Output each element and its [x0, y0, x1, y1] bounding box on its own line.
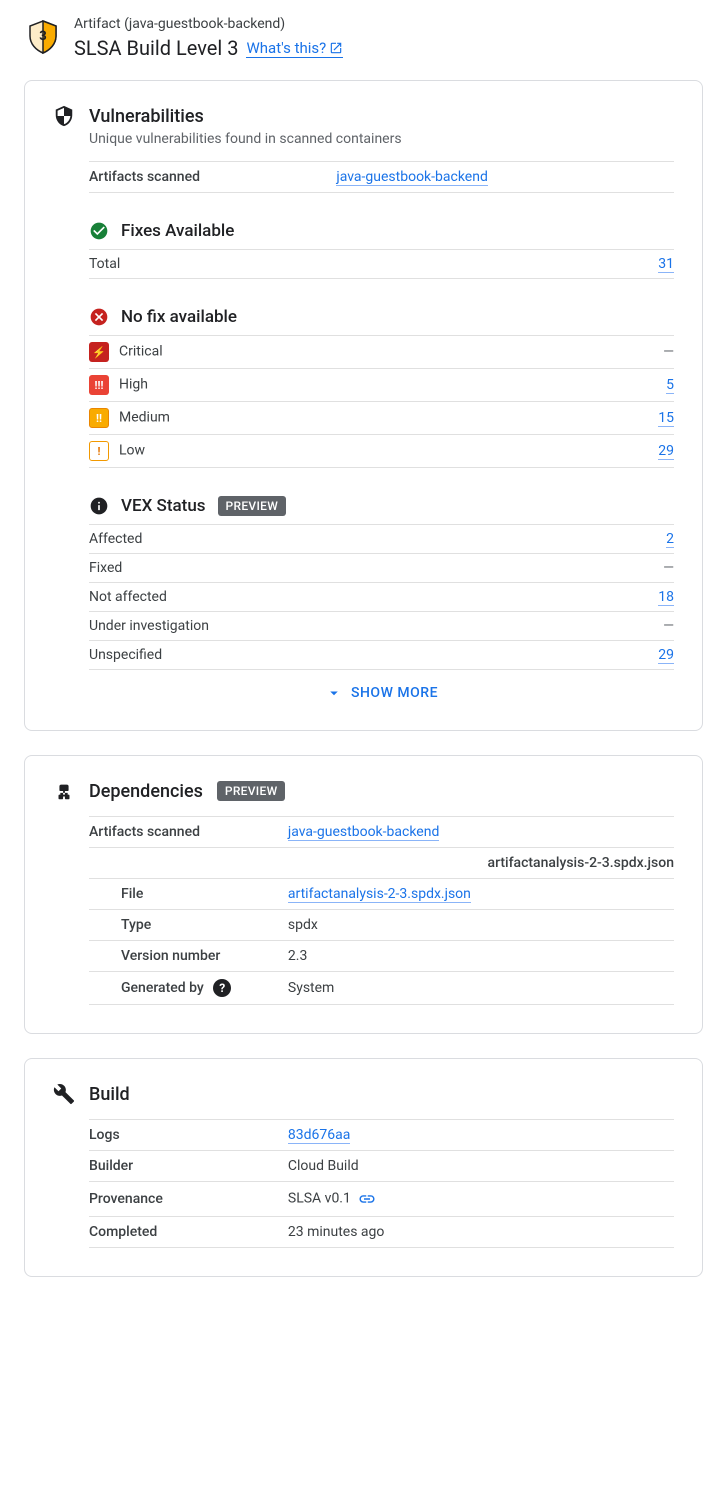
severity-low-icon: ! — [89, 441, 109, 461]
preview-badge: PREVIEW — [218, 496, 287, 516]
build-value: SLSA v0.1 — [288, 1191, 351, 1207]
wrench-icon — [53, 1083, 75, 1105]
build-row-label: Completed — [89, 1217, 288, 1248]
help-icon[interactable]: ? — [213, 979, 231, 997]
page-header: 3 Artifact (java-guestbook-backend) SLSA… — [24, 16, 703, 60]
slsa-title: SLSA Build Level 3 — [74, 36, 238, 60]
severity-count-link[interactable]: 29 — [658, 443, 674, 460]
vex-count-link[interactable]: 29 — [658, 647, 674, 664]
svg-text:3: 3 — [39, 29, 46, 44]
show-more-button[interactable]: SHOW MORE — [89, 684, 674, 702]
build-value: Cloud Build — [288, 1158, 359, 1174]
dash-value: — — [663, 560, 674, 576]
dash-value: — — [663, 344, 674, 360]
dependencies-card: Dependencies PREVIEW Artifacts scanned j… — [24, 755, 703, 1034]
total-value-link[interactable]: 31 — [658, 256, 674, 273]
vulnerabilities-card: Vulnerabilities Unique vulnerabilities f… — [24, 80, 703, 731]
whats-this-link[interactable]: What's this? — [246, 39, 343, 58]
artifacts-scanned-link[interactable]: java-guestbook-backend — [336, 169, 487, 186]
dependencies-icon — [53, 780, 75, 802]
build-card: Build Logs83d676aaBuilderCloud BuildProv… — [24, 1058, 703, 1277]
vex-status-title: VEX Status — [121, 496, 206, 516]
dep-artifacts-scanned-link[interactable]: java-guestbook-backend — [288, 824, 439, 841]
dep-value: 2.3 — [288, 948, 307, 964]
severity-label: Critical — [119, 344, 163, 360]
build-row-label: Logs — [89, 1120, 288, 1151]
severity-label: Low — [119, 443, 145, 459]
vulnerabilities-title: Vulnerabilities — [89, 106, 204, 127]
build-row-label: Builder — [89, 1151, 288, 1182]
no-fix-title: No fix available — [121, 307, 237, 327]
slsa-badge-icon: 3 — [28, 20, 58, 54]
dep-value: spdx — [288, 917, 318, 933]
fixes-available-title: Fixes Available — [121, 221, 234, 241]
severity-medium-icon: !! — [89, 408, 109, 428]
dep-artifacts-scanned-label: Artifacts scanned — [89, 817, 288, 848]
preview-badge: PREVIEW — [217, 781, 286, 801]
vex-row-label: Under investigation — [89, 612, 606, 641]
chevron-down-icon — [325, 684, 343, 702]
dependencies-title: Dependencies — [89, 781, 203, 802]
dep-value: System — [288, 980, 334, 996]
error-circle-icon — [89, 307, 109, 327]
artifact-label: Artifact (java-guestbook-backend) — [74, 16, 343, 32]
vulnerabilities-subtitle: Unique vulnerabilities found in scanned … — [89, 131, 674, 147]
shield-icon — [53, 105, 75, 127]
dep-group-label: artifactanalysis-2-3.spdx.json — [89, 848, 674, 879]
dep-row-label: File — [89, 879, 288, 910]
dep-value-link[interactable]: artifactanalysis-2-3.spdx.json — [288, 886, 471, 903]
severity-label: Medium — [119, 410, 170, 426]
severity-critical-icon: ⚡ — [89, 342, 109, 362]
vex-row-label: Not affected — [89, 583, 606, 612]
info-icon — [89, 496, 109, 516]
dash-value: — — [663, 618, 674, 634]
artifacts-scanned-label: Artifacts scanned — [89, 162, 336, 193]
vex-count-link[interactable]: 2 — [666, 531, 674, 548]
external-link-icon — [329, 41, 343, 55]
vex-row-label: Unspecified — [89, 641, 606, 670]
vex-row-label: Affected — [89, 525, 606, 554]
severity-high-icon: !!! — [89, 375, 109, 395]
severity-count-link[interactable]: 15 — [658, 410, 674, 427]
severity-count-link[interactable]: 5 — [666, 377, 674, 394]
check-circle-icon — [89, 221, 109, 241]
dep-row-label: Generated by ? — [89, 972, 288, 1005]
build-title: Build — [89, 1084, 130, 1105]
vex-row-label: Fixed — [89, 554, 606, 583]
build-row-label: Provenance — [89, 1182, 288, 1217]
dep-row-label: Version number — [89, 941, 288, 972]
vex-count-link[interactable]: 18 — [658, 589, 674, 606]
build-value-link[interactable]: 83d676aa — [288, 1127, 350, 1144]
total-label: Total — [89, 250, 478, 279]
severity-label: High — [119, 377, 148, 393]
link-icon[interactable] — [357, 1189, 377, 1209]
dep-row-label: Type — [89, 910, 288, 941]
build-value: 23 minutes ago — [288, 1224, 385, 1240]
